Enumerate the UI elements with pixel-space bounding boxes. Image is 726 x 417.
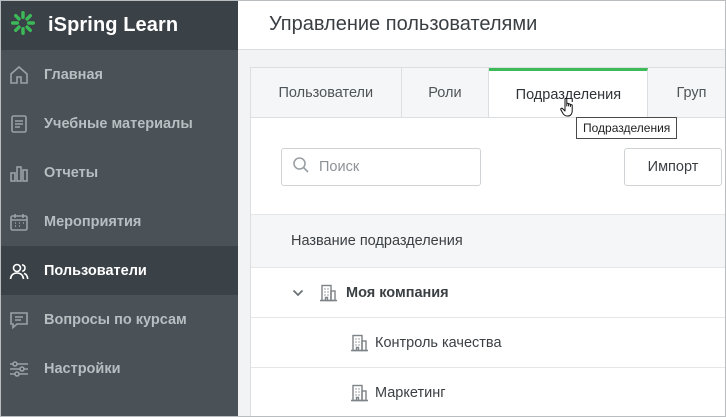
sidebar-item-course-materials[interactable]: Учебные материалы: [0, 99, 238, 148]
sidebar-item-label: Настройки: [44, 360, 121, 377]
bar-chart-icon: [8, 162, 30, 184]
home-icon: [8, 64, 30, 86]
chat-icon: [8, 309, 30, 331]
page-header: Управление пользователями: [238, 0, 726, 50]
tab-users[interactable]: Пользователи: [251, 68, 402, 117]
building-icon: [349, 383, 369, 403]
brand-name: iSpring Learn: [48, 13, 179, 36]
sidebar-nav: Главная Учебные материалы Отчеты Меропри…: [0, 50, 238, 393]
sidebar-item-label: Вопросы по курсам: [44, 311, 187, 328]
sidebar-item-label: Отчеты: [44, 164, 99, 181]
chevron-down-icon[interactable]: [291, 286, 305, 300]
tab-roles[interactable]: Роли: [402, 68, 490, 117]
sidebar-item-course-questions[interactable]: Вопросы по курсам: [0, 295, 238, 344]
table-row[interactable]: Контроль качества: [251, 318, 726, 368]
page-title: Управление пользователями: [269, 13, 538, 35]
sliders-icon: [8, 358, 30, 380]
sidebar-item-home[interactable]: Главная: [0, 50, 238, 99]
department-name: Моя компания: [346, 284, 449, 301]
tab-groups[interactable]: Груп: [648, 68, 726, 117]
sidebar-item-label: Мероприятия: [44, 213, 142, 230]
sidebar-item-label: Учебные материалы: [44, 115, 193, 132]
department-name: Маркетинг: [375, 384, 446, 401]
import-button[interactable]: Импорт: [624, 148, 722, 186]
sidebar-item-label: Пользователи: [44, 262, 147, 279]
sidebar-item-settings[interactable]: Настройки: [0, 344, 238, 393]
building-icon: [349, 333, 369, 353]
sidebar-item-users[interactable]: Пользователи: [0, 246, 238, 295]
ispring-logo-icon: [9, 9, 37, 42]
brand[interactable]: iSpring Learn: [0, 0, 238, 50]
sidebar-item-events[interactable]: Мероприятия: [0, 197, 238, 246]
search-box[interactable]: [281, 148, 481, 186]
search-input[interactable]: [319, 159, 469, 175]
search-icon: [292, 156, 310, 179]
tooltip: Подразделения: [576, 117, 678, 139]
course-materials-icon: [8, 113, 30, 135]
main-area: Управление пользователями Пользователи Р…: [238, 0, 726, 417]
tab-bar: Пользователи Роли Подразделения Груп: [251, 68, 726, 118]
calendar-icon: [8, 211, 30, 233]
building-icon: [318, 283, 338, 303]
sidebar: iSpring Learn Главная Учебные материалы …: [0, 0, 238, 417]
users-icon: [8, 260, 30, 282]
column-header-department-name[interactable]: Название подразделения: [251, 215, 726, 268]
department-name: Контроль качества: [375, 334, 502, 351]
sidebar-item-label: Главная: [44, 66, 103, 83]
table-row[interactable]: Маркетинг: [251, 368, 726, 417]
sidebar-item-reports[interactable]: Отчеты: [0, 148, 238, 197]
table-row[interactable]: Моя компания: [251, 268, 726, 318]
